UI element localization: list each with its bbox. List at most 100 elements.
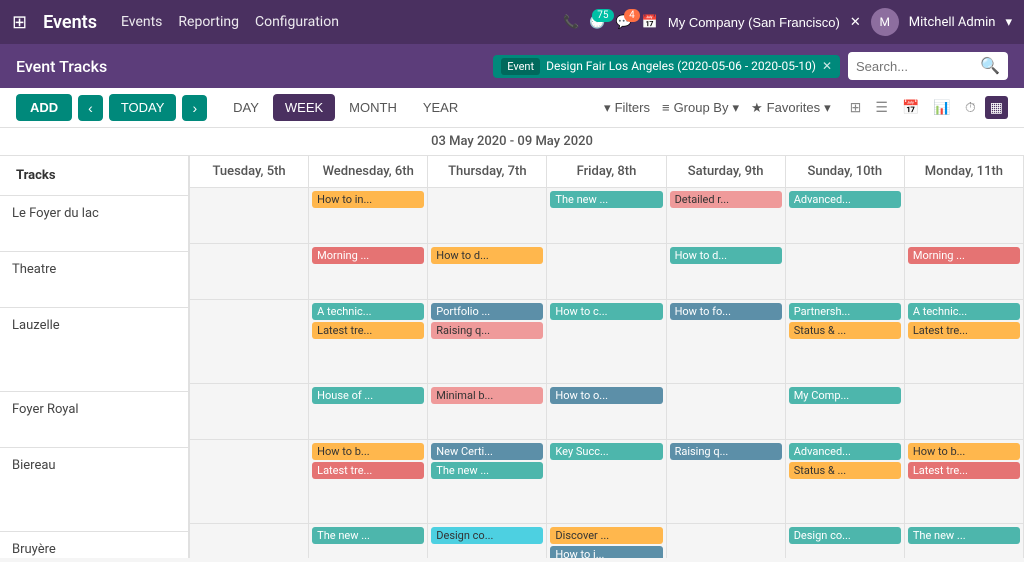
- event-chip[interactable]: How to b...: [908, 443, 1020, 460]
- active-filter-tag[interactable]: Event Design Fair Los Angeles (2020-05-0…: [493, 55, 840, 78]
- search-input[interactable]: [856, 59, 974, 74]
- event-chip[interactable]: Design co...: [431, 527, 543, 544]
- event-chip[interactable]: Minimal b...: [431, 387, 543, 404]
- event-chip[interactable]: The new ...: [431, 462, 543, 479]
- event-chip[interactable]: Advanced...: [789, 191, 901, 208]
- days-header: Tuesday, 5thWednesday, 6thThursday, 7thF…: [190, 156, 1024, 188]
- company-selector[interactable]: My Company (San Francisco): [668, 15, 840, 30]
- today-button[interactable]: TODAY: [109, 94, 177, 121]
- event-chip[interactable]: How to b...: [312, 443, 424, 460]
- event-chip[interactable]: The new ...: [312, 527, 424, 544]
- tab-day[interactable]: DAY: [221, 94, 271, 121]
- day-cell-0-0: [190, 188, 308, 244]
- event-chip[interactable]: Advanced...: [789, 443, 901, 460]
- event-chip[interactable]: How to in...: [312, 191, 424, 208]
- event-chip[interactable]: Detailed r...: [670, 191, 782, 208]
- close-icon[interactable]: ✕: [850, 15, 861, 30]
- event-chip[interactable]: Raising q...: [670, 443, 782, 460]
- tab-week[interactable]: WEEK: [273, 94, 335, 121]
- day-col-header-1: Wednesday, 6th: [309, 156, 428, 187]
- prev-button[interactable]: ‹: [78, 95, 103, 121]
- event-chip[interactable]: Latest tre...: [312, 462, 424, 479]
- event-chip[interactable]: How to i...: [550, 546, 662, 558]
- day-cell-5-5: Design co...: [786, 524, 904, 558]
- event-chip[interactable]: Design co...: [789, 527, 901, 544]
- day-cell-0-4: Detailed r...: [667, 188, 785, 244]
- day-cell-5-1: The new ...: [309, 524, 427, 558]
- grid-view-button[interactable]: ▦: [985, 96, 1008, 119]
- tracks-header: Tracks: [0, 156, 188, 196]
- event-chip[interactable]: Raising q...: [431, 322, 543, 339]
- day-col-1: How to in... Morning ... A technic... Lates…: [309, 188, 428, 558]
- view-tabs: DAY WEEK MONTH YEAR: [221, 94, 470, 121]
- nav-configuration[interactable]: Configuration: [255, 14, 339, 30]
- day-col-header-6: Monday, 11th: [905, 156, 1024, 187]
- filter-type-label: Event: [501, 58, 540, 75]
- kanban-view-button[interactable]: ⊞: [845, 96, 867, 119]
- event-chip[interactable]: Latest tre...: [908, 322, 1020, 339]
- event-chip[interactable]: Portfolio ...: [431, 303, 543, 320]
- groupby-button[interactable]: ≡ Group By ▾: [662, 100, 739, 116]
- day-cell-4-3: Key Succ...: [547, 440, 665, 524]
- track-label-0: Le Foyer du lac: [0, 196, 188, 252]
- day-cell-1-4: How to d...: [667, 244, 785, 300]
- user-menu-chevron[interactable]: ▾: [1005, 15, 1012, 30]
- day-cell-1-0: [190, 244, 308, 300]
- day-col-6: Morning ... A technic... Latest tre... How …: [905, 188, 1024, 558]
- event-chip[interactable]: How to c...: [550, 303, 662, 320]
- top-nav: ⊞ Events Events Reporting Configuration …: [0, 0, 1024, 44]
- avatar[interactable]: M: [871, 8, 899, 36]
- messages-icon-container[interactable]: 💬 4: [616, 15, 632, 30]
- phone-icon-container[interactable]: 📞: [563, 15, 579, 30]
- filter-close-icon[interactable]: ✕: [822, 59, 832, 73]
- toolbar-filters: ▾ Filters ≡ Group By ▾ ★ Favorites ▾: [604, 100, 831, 116]
- event-chip[interactable]: The new ...: [550, 191, 662, 208]
- next-button[interactable]: ›: [182, 95, 207, 121]
- event-chip[interactable]: Status & ...: [789, 322, 901, 339]
- page-title: Event Tracks: [16, 57, 107, 76]
- event-chip[interactable]: Morning ...: [312, 247, 424, 264]
- activity-view-button[interactable]: ⏱: [960, 96, 981, 119]
- tab-month[interactable]: MONTH: [337, 94, 409, 121]
- nav-links: Events Reporting Configuration: [121, 14, 547, 30]
- calendar-icon-container[interactable]: 📅: [642, 15, 658, 30]
- track-label-4: Biereau: [0, 448, 188, 532]
- event-chip[interactable]: Latest tre...: [312, 322, 424, 339]
- search-button[interactable]: 🔍: [980, 56, 1000, 76]
- filters-button[interactable]: ▾ Filters: [604, 100, 650, 116]
- day-col-0: [190, 188, 309, 558]
- favorites-label: Favorites: [767, 100, 820, 115]
- event-chip[interactable]: Partnersh...: [789, 303, 901, 320]
- favorites-button[interactable]: ★ Favorites ▾: [751, 100, 831, 116]
- event-chip[interactable]: New Certi...: [431, 443, 543, 460]
- event-chip[interactable]: How to d...: [670, 247, 782, 264]
- day-col-5: Advanced... Partnersh... Status & ... My Co…: [786, 188, 905, 558]
- event-chip[interactable]: A technic...: [312, 303, 424, 320]
- event-chip[interactable]: House of ...: [312, 387, 424, 404]
- tab-year[interactable]: YEAR: [411, 94, 470, 121]
- event-chip[interactable]: Latest tre...: [908, 462, 1020, 479]
- chart-view-button[interactable]: 📊: [928, 96, 955, 119]
- event-chip[interactable]: Discover ...: [550, 527, 662, 544]
- activity-icon-container[interactable]: 🕐 75: [589, 15, 605, 30]
- add-button[interactable]: ADD: [16, 94, 72, 121]
- event-chip[interactable]: Key Succ...: [550, 443, 662, 460]
- event-chip[interactable]: How to d...: [431, 247, 543, 264]
- nav-events[interactable]: Events: [121, 14, 162, 30]
- event-chip[interactable]: My Comp...: [789, 387, 901, 404]
- event-chip[interactable]: How to fo...: [670, 303, 782, 320]
- app-grid-icon[interactable]: ⊞: [12, 12, 27, 33]
- day-cell-1-6: Morning ...: [905, 244, 1023, 300]
- groupby-label: Group By: [674, 100, 729, 115]
- event-chip[interactable]: Status & ...: [789, 462, 901, 479]
- filters-label: Filters: [615, 100, 650, 115]
- event-chip[interactable]: How to o...: [550, 387, 662, 404]
- list-view-button[interactable]: ☰: [870, 96, 893, 119]
- event-chip[interactable]: Morning ...: [908, 247, 1020, 264]
- nav-reporting[interactable]: Reporting: [178, 14, 239, 30]
- sub-nav: Event Tracks Event Design Fair Los Angel…: [0, 44, 1024, 88]
- event-chip[interactable]: A technic...: [908, 303, 1020, 320]
- calendar-view-button[interactable]: 📅: [897, 96, 924, 119]
- event-chip[interactable]: The new ...: [908, 527, 1020, 544]
- groupby-chevron-icon: ▾: [732, 100, 739, 116]
